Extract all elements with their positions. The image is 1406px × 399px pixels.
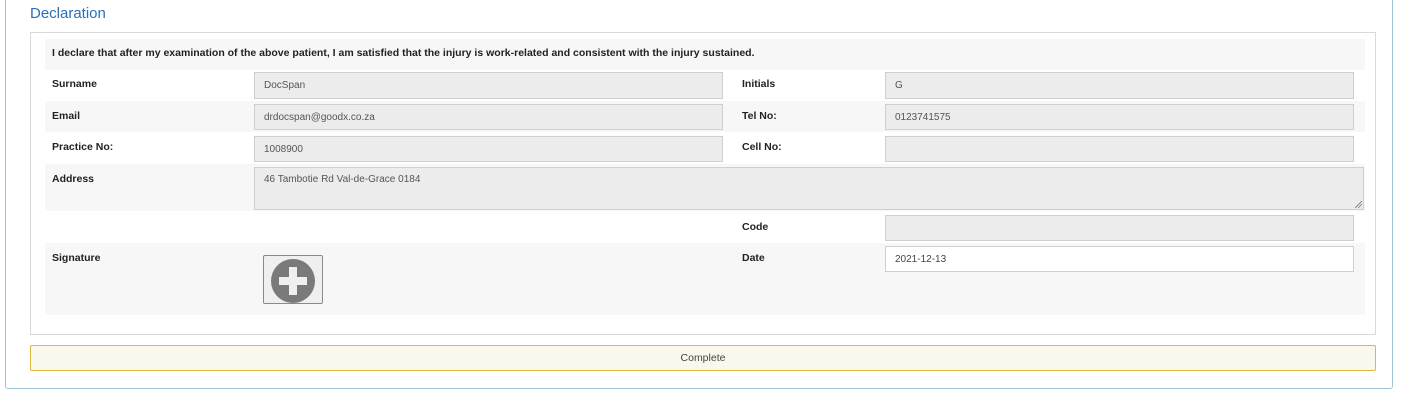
panel-title: Declaration (30, 5, 106, 22)
initials-label: Initials (742, 78, 776, 90)
address-textarea[interactable]: 46 Tambotie Rd Val-de-Grace 0184 (254, 167, 1364, 210)
cell-no-field[interactable] (885, 136, 1354, 162)
address-label: Address (52, 173, 95, 185)
practice-no-field[interactable]: 1008900 (254, 136, 723, 162)
signature-label: Signature (52, 252, 101, 264)
email-field[interactable]: drdocspan@goodx.co.za (254, 104, 723, 130)
practice-no-label: Practice No: (52, 141, 114, 153)
date-label: Date (742, 252, 765, 264)
complete-button[interactable]: Complete (30, 345, 1376, 371)
email-label: Email (52, 110, 81, 122)
surname-field[interactable]: DocSpan (254, 72, 723, 99)
code-label: Code (742, 221, 769, 233)
declaration-statement: I declare that after my examination of t… (52, 47, 755, 59)
tel-no-label: Tel No: (742, 110, 777, 122)
surname-label: Surname (52, 78, 97, 90)
tel-no-field[interactable]: 0123741575 (885, 104, 1354, 130)
code-field[interactable] (885, 215, 1354, 241)
initials-field[interactable]: G (885, 72, 1354, 99)
add-signature-button[interactable] (263, 255, 323, 304)
address-value: 46 Tambotie Rd Val-de-Grace 0184 (264, 174, 421, 185)
date-field[interactable]: 2021-12-13 (885, 246, 1354, 272)
resize-grip-icon[interactable] (1355, 201, 1362, 208)
plus-circle-icon (271, 259, 315, 303)
cell-no-label: Cell No: (742, 141, 782, 153)
